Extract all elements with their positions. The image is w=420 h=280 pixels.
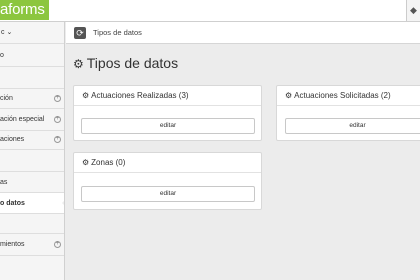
sidebar-item[interactable]: mientos + — [0, 234, 64, 256]
gear-icon: ⚙ — [82, 158, 90, 167]
sidebar-item[interactable] — [0, 256, 64, 280]
breadcrumb: ⟳ Tipos de datos — [66, 22, 420, 44]
card-title: Zonas (0) — [91, 158, 126, 167]
card-actuaciones-realizadas: ⚙ Actuaciones Realizadas (3) editar — [73, 85, 262, 141]
user-menu-icon[interactable]: ◆ — [406, 0, 420, 21]
gear-icon: ⚙ — [285, 91, 293, 100]
sidebar-item-label: as — [0, 179, 8, 186]
refresh-icon[interactable]: ⟳ — [74, 27, 86, 39]
card-header: ⚙ Actuaciones Realizadas (3) — [74, 86, 261, 106]
card-actuaciones-solicitadas: ⚙ Actuaciones Solicitadas (2) editar — [276, 85, 420, 141]
sidebar-item[interactable] — [0, 150, 64, 172]
page-title-text: Tipos de datos — [86, 55, 179, 71]
edit-button[interactable]: editar — [81, 186, 255, 202]
page-title: ⚙ Tipos de datos — [73, 55, 178, 71]
card-title: Actuaciones Realizadas (3) — [91, 91, 189, 100]
card-title: Actuaciones Solicitadas (2) — [294, 91, 391, 100]
sidebar-item[interactable]: o — [0, 44, 64, 67]
edit-button[interactable]: editar — [81, 118, 255, 134]
sidebar-user-menu[interactable]: c ⌄ — [0, 22, 64, 44]
active-indicator-icon — [62, 199, 64, 207]
expand-plus-icon[interactable]: + — [54, 136, 61, 143]
card-zonas: ⚙ Zonas (0) editar — [73, 152, 262, 210]
sidebar-item[interactable]: ación especial + — [0, 109, 64, 131]
sidebar-item-label: ación especial — [0, 116, 45, 123]
sidebar-item-label: o datos — [0, 200, 25, 207]
sidebar: c ⌄ o ción + ación especial + aciones + … — [0, 22, 65, 280]
card-header: ⚙ Actuaciones Solicitadas (2) — [277, 86, 420, 106]
sidebar-item-label: ción — [0, 95, 13, 102]
sidebar-item-label: aciones — [0, 136, 25, 143]
sidebar-item[interactable] — [0, 67, 64, 89]
top-bar: aforms ◆ — [0, 0, 420, 22]
gear-icon: ⚙ — [73, 57, 84, 71]
card-header: ⚙ Zonas (0) — [74, 153, 261, 173]
sidebar-item[interactable] — [0, 214, 64, 234]
gear-icon: ⚙ — [82, 91, 90, 100]
sidebar-item[interactable]: ción + — [0, 89, 64, 109]
expand-plus-icon[interactable]: + — [54, 95, 61, 102]
sidebar-item-label: mientos — [0, 241, 25, 248]
breadcrumb-current: Tipos de datos — [93, 28, 142, 37]
sidebar-item-tipos-datos[interactable]: o datos — [0, 193, 64, 214]
sidebar-item-label: o — [0, 52, 4, 59]
edit-button[interactable]: editar — [285, 118, 420, 134]
sidebar-item[interactable]: aciones + — [0, 131, 64, 150]
app-logo[interactable]: aforms — [0, 0, 49, 20]
sidebar-user-label: c ⌄ — [1, 29, 13, 36]
expand-plus-icon[interactable]: + — [54, 116, 61, 123]
expand-plus-icon[interactable]: + — [54, 241, 61, 248]
sidebar-item[interactable]: as — [0, 172, 64, 193]
